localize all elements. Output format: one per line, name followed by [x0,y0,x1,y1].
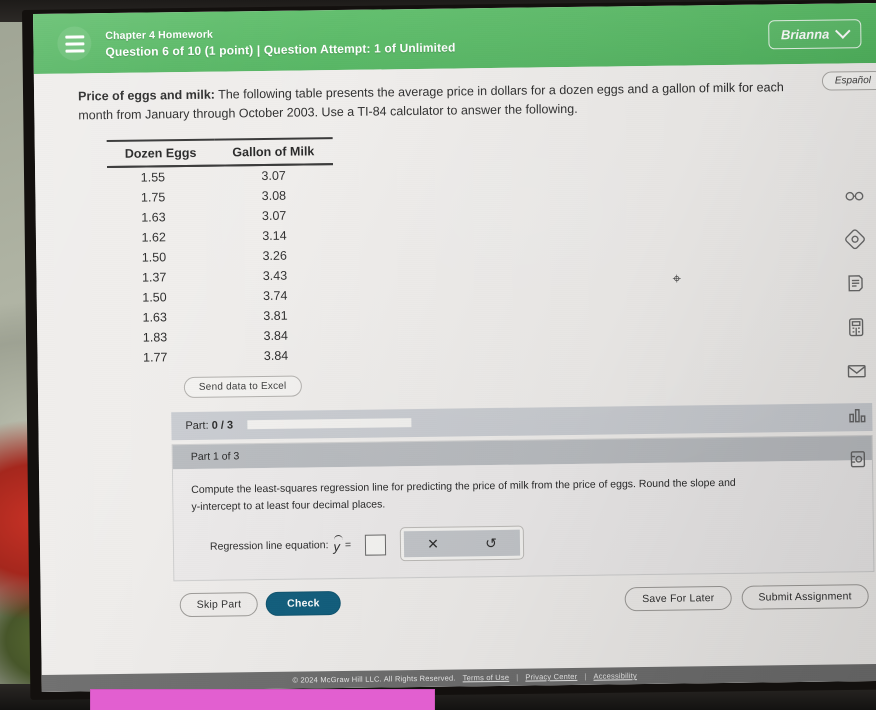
part-question-text: Compute the least-squares regression lin… [191,473,841,515]
tool-rail [833,183,876,472]
y-hat-symbol: y [333,536,340,554]
part-progress-label: Part: 0 / 3 [185,419,233,432]
undo-button[interactable]: ↺ [462,530,520,557]
user-name: Brianna [780,26,830,42]
question-status: Question 6 of 10 (1 point) | Question At… [105,39,456,59]
table-row: 1.77 3.84 [109,345,335,368]
cell-gallon-of-milk: 3.07 [261,208,287,223]
cell-dozen-eggs: 1.37 [141,270,167,285]
notes-document-icon[interactable] [843,271,867,295]
glasses-icon[interactable] [842,183,866,207]
cell-dozen-eggs: 1.50 [142,290,167,305]
cell-gallon-of-milk: 3.81 [263,308,288,323]
cell-gallon-of-milk: 3.43 [262,268,288,283]
cell-dozen-eggs: 1.77 [143,350,168,365]
cell-dozen-eggs: 1.63 [141,210,166,225]
part-card-body: Compute the least-squares regression lin… [172,459,874,581]
right-action-group: Save For Later Submit Assignment [625,584,869,612]
action-button-row: Skip Part Check Save For Later Submit As… [174,584,875,618]
clear-button[interactable]: ✕ [404,531,462,558]
cell-dozen-eggs: 1.75 [140,190,166,205]
table-row: 1.55 3.07 [107,164,333,188]
hamburger-line [64,48,84,53]
footer-separator: | [584,671,587,681]
math-tool-palette-inner: ✕ ↺ [403,530,521,558]
calculator-icon[interactable] [844,315,868,339]
cell-gallon-of-milk: 3.74 [262,288,288,303]
table-body: 1.55 3.07 1.75 3.08 1.63 3.07 1.62 3.14 1.50 3.26… [107,164,335,368]
math-tool-palette: ✕ ↺ [399,525,525,562]
language-toggle-button[interactable]: Español [821,70,876,91]
column-header-milk: Gallon of Milk [214,137,333,166]
column-header-eggs: Dozen Eggs [106,139,215,167]
question-page: Español Price of eggs and milk: The foll… [33,62,876,692]
save-for-later-button[interactable]: Save For Later [625,586,732,612]
user-menu-button[interactable]: Brianna [767,18,862,49]
bar-chart-icon[interactable] [845,403,869,427]
photograph-of-screen: Chapter 4 Homework Question 6 of 10 (1 p… [0,0,876,710]
regression-equation-input[interactable] [364,534,387,556]
cell-gallon-of-milk: 3.84 [263,348,289,363]
send-data-to-excel-button[interactable]: Send data to Excel [183,375,302,398]
hamburger-line [64,34,84,39]
app-header: Chapter 4 Homework Question 6 of 10 (1 p… [33,2,876,74]
chevron-down-icon [835,22,851,39]
part-progress-prefix: Part: [185,419,209,432]
table-head: Dozen Eggs Gallon of Milk [106,137,333,167]
cell-gallon-of-milk: 3.07 [261,168,286,183]
equation-label-text: Regression line equation: [209,539,329,554]
part-card: Part 1 of 3 Compute the least-squares re… [171,434,875,582]
mouse-cursor: ⌖ [672,270,682,288]
equation-label: Regression line equation: y = [210,536,351,556]
part-progress-score: 0 / 3 [211,419,234,432]
question-prompt: Price of eggs and milk: The following ta… [34,63,876,127]
cell-gallon-of-milk: 3.26 [262,248,287,263]
part-question-line1: Compute the least-squares regression lin… [191,476,736,496]
cell-dozen-eggs: 1.50 [141,250,167,265]
footer-terms-link[interactable]: Terms of Use [463,673,510,683]
footer-copyright: © 2024 McGraw Hill LLC. All Rights Reser… [292,673,456,685]
data-table: Dozen Eggs Gallon of Milk 1.55 3.07 1.75 3.… [106,137,335,368]
taskbar-strip [90,689,435,710]
prompt-lead: Price of eggs and milk: [77,87,216,104]
footer-separator: | [516,672,519,682]
cell-dozen-eggs: 1.83 [142,330,168,345]
cell-dozen-eggs: 1.62 [141,230,166,245]
cell-dozen-eggs: 1.63 [142,310,168,325]
part-progress-bar: Part: 0 / 3 [171,402,873,440]
part-question-line2: y-intercept to at least four decimal pla… [191,497,386,513]
hamburger-line [64,41,84,46]
cell-gallon-of-milk: 3.08 [261,188,287,203]
mail-envelope-icon[interactable] [845,359,869,383]
cell-gallon-of-milk: 3.14 [262,228,287,243]
footer-privacy-link[interactable]: Privacy Center [525,672,577,682]
equation-row: Regression line equation: y = ✕ ↺ [192,522,855,565]
progress-track [247,418,412,430]
footer-accessibility-link[interactable]: Accessibility [593,671,637,681]
table-header-row: Dozen Eggs Gallon of Milk [106,137,333,167]
equals-sign: = [344,539,352,552]
assignment-title: Chapter 4 Homework [105,28,214,42]
cell-dozen-eggs: 1.55 [140,170,166,185]
cell-gallon-of-milk: 3.84 [263,328,289,343]
submit-assignment-button[interactable]: Submit Assignment [741,584,869,611]
skip-part-button[interactable]: Skip Part [179,592,259,618]
compass-help-icon[interactable] [843,227,867,251]
screen-content: Chapter 4 Homework Question 6 of 10 (1 p… [33,2,876,692]
reference-sheet-icon[interactable] [846,447,870,471]
hamburger-menu-icon[interactable] [57,26,92,61]
check-button[interactable]: Check [265,591,341,617]
header-titles: Chapter 4 Homework Question 6 of 10 (1 p… [105,25,456,59]
